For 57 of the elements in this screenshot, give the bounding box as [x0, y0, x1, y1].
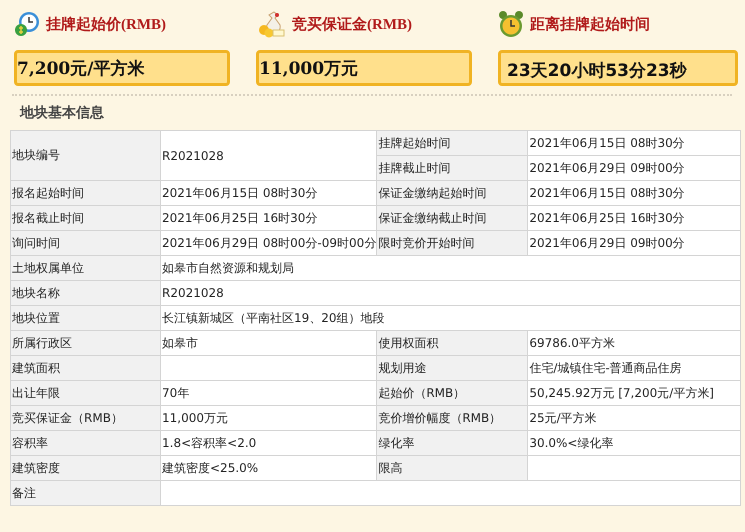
summary-label: 竞买保证金(RMB) — [292, 15, 412, 34]
label-cell: 绿化率 — [376, 430, 528, 456]
label-cell: 地块位置 — [10, 306, 160, 330]
value-cell: 69786.0平方米 — [528, 330, 740, 356]
value-cell: 25元/平方米 — [528, 406, 740, 430]
label-cell: 使用权面积 — [376, 330, 528, 356]
value-cell: R2021028 — [160, 280, 740, 306]
summary-label: 距离挂牌起始时间 — [530, 15, 650, 34]
value-cell: 2021年06月15日 08时30分 — [160, 180, 377, 206]
label-cell: 所属行政区 — [10, 330, 160, 356]
label-cell: 保证金缴纳起始时间 — [376, 180, 528, 206]
value-cell: 2021年06月25日 16时30分 — [528, 206, 740, 230]
summary-value: 23天20小时53分23秒 — [498, 50, 738, 86]
label-cell: 挂牌截止时间 — [376, 156, 528, 180]
value-cell: 如皋市自然资源和规划局 — [160, 256, 740, 280]
value-cell: 2021年06月15日 08时30分 — [528, 130, 740, 156]
value-cell: 30.0%<绿化率 — [528, 430, 740, 456]
label-cell: 土地权属单位 — [10, 256, 160, 280]
label-cell: 竞价增价幅度（RMB） — [376, 406, 528, 430]
value-cell: 长江镇新城区（平南社区19、20组）地段 — [160, 306, 740, 330]
section-title: 地块基本信息 — [20, 104, 105, 123]
label-cell: 询问时间 — [10, 230, 160, 256]
value-cell: 2021年06月29日 09时00分 — [528, 156, 740, 180]
value-cell: 建筑密度<25.0% — [160, 456, 377, 480]
value-cell: 70年 — [160, 380, 377, 406]
label-cell: 建筑密度 — [10, 456, 160, 480]
value-cell: 1.8<容积率<2.0 — [160, 430, 377, 456]
value-cell: 11,000万元 — [160, 406, 377, 430]
value-cell: 如皋市 — [160, 330, 377, 356]
value-cell: 2021年06月15日 08时30分 — [528, 180, 740, 206]
alarm-clock-icon — [498, 10, 524, 38]
label-cell: 出让年限 — [10, 380, 160, 406]
label-cell: 挂牌起始时间 — [376, 130, 528, 156]
value-cell: 2021年06月25日 16时30分 — [160, 206, 377, 230]
label-cell: 起始价（RMB） — [376, 380, 528, 406]
label-cell: 地块编号 — [10, 130, 160, 180]
label-cell: 建筑面积 — [10, 356, 160, 380]
value-cell: R2021028 — [160, 130, 377, 180]
summary-value: 11,000万元 — [256, 50, 472, 86]
label-cell: 地块名称 — [10, 280, 160, 306]
value-cell: 2021年06月29日 08时00分-09时00分 — [160, 230, 377, 256]
label-cell: 容积率 — [10, 430, 160, 456]
label-cell: 限时竞价开始时间 — [376, 230, 528, 256]
money-bag-icon — [256, 10, 286, 38]
label-cell: 备注 — [10, 480, 160, 506]
label-cell: 竞买保证金（RMB） — [10, 406, 160, 430]
summary-label: 挂牌起始价(RMB) — [46, 15, 166, 34]
clock-coin-icon — [14, 11, 40, 37]
value-cell: 50,245.92万元 [7,200元/平方米] — [528, 380, 740, 406]
summary-value: 7,200元/平方米 — [14, 50, 230, 86]
label-cell: 报名截止时间 — [10, 206, 160, 230]
label-cell: 规划用途 — [376, 356, 528, 380]
label-cell: 保证金缴纳截止时间 — [376, 206, 528, 230]
label-cell: 报名起始时间 — [10, 180, 160, 206]
value-cell: 住宅/城镇住宅-普通商品住房 — [528, 356, 740, 380]
label-cell: 限高 — [376, 456, 528, 480]
value-cell: 2021年06月29日 09时00分 — [528, 230, 740, 256]
